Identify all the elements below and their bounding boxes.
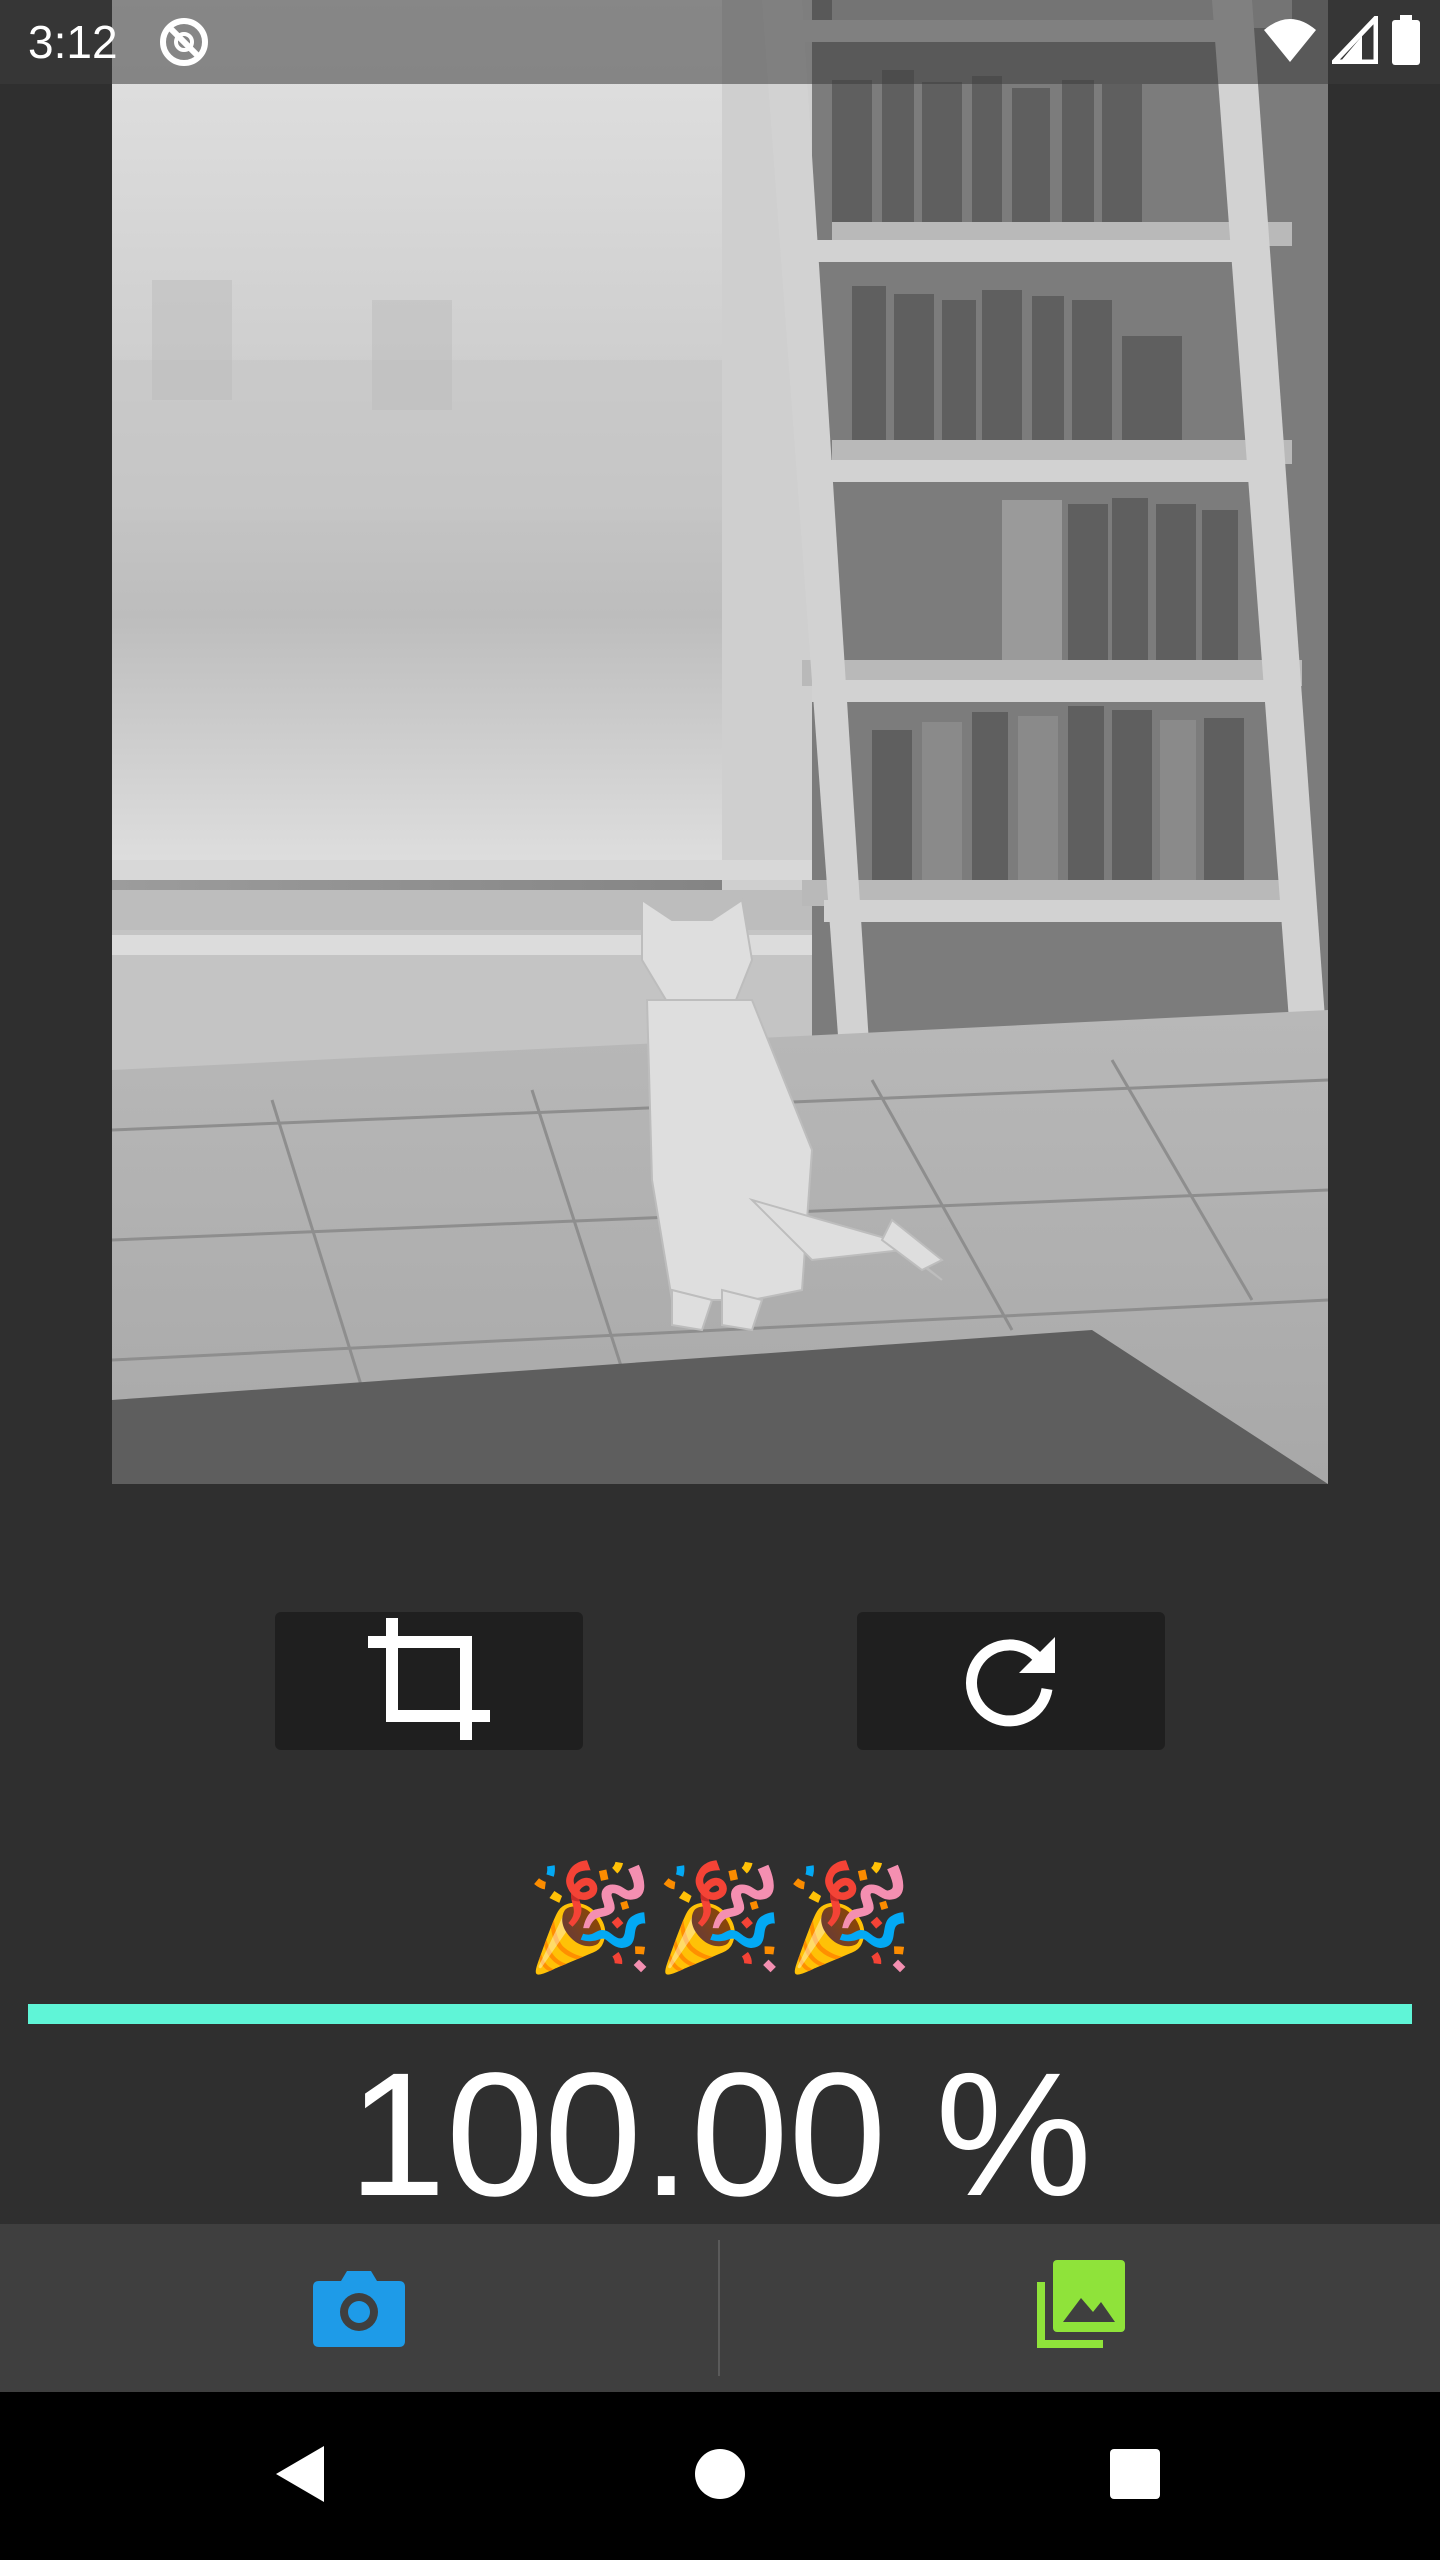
recents-button[interactable] — [1055, 2392, 1215, 2560]
no-disturb-icon — [158, 16, 210, 68]
camera-button[interactable] — [0, 2224, 718, 2392]
status-bar: 3:12 — [0, 0, 1440, 84]
progress-percentage: 100.00 % — [348, 2037, 1092, 2233]
rotate-icon — [961, 1629, 1061, 1734]
status-icons — [1262, 11, 1420, 70]
action-bar — [0, 2224, 1440, 2392]
crop-icon — [364, 1614, 494, 1749]
app-screen: 3:12 🎉🎉🎉 100.00 % — [0, 0, 1440, 2560]
progress-bar — [28, 2004, 1412, 2024]
status-time: 3:12 — [28, 16, 118, 68]
back-icon — [272, 2444, 328, 2509]
battery-icon — [1392, 14, 1420, 70]
gallery-icon — [1033, 2259, 1125, 2357]
home-icon — [693, 2447, 747, 2506]
camera-icon — [313, 2265, 405, 2352]
home-button[interactable] — [640, 2392, 800, 2560]
navigation-bar — [0, 2392, 1440, 2560]
recents-icon — [1108, 2447, 1162, 2506]
room-cat-image — [112, 0, 1328, 1484]
back-button[interactable] — [220, 2392, 380, 2560]
photo-preview — [112, 0, 1328, 1484]
wifi-icon — [1262, 16, 1318, 69]
gallery-button[interactable] — [720, 2224, 1438, 2392]
signal-icon — [1328, 11, 1379, 69]
progress-fill — [28, 2004, 1412, 2024]
celebration-emoji: 🎉🎉🎉 — [525, 1856, 915, 1978]
rotate-button[interactable] — [857, 1612, 1165, 1750]
crop-button[interactable] — [275, 1612, 583, 1750]
